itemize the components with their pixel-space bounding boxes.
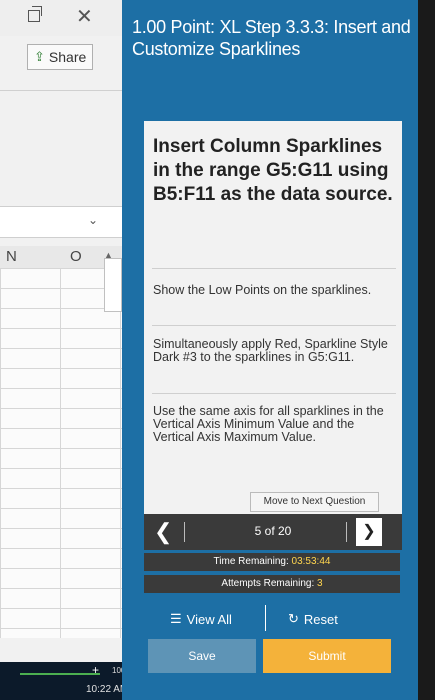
divider xyxy=(152,268,396,269)
reset-label: Reset xyxy=(303,611,338,627)
attempts-remaining-label: Attempts Remaining: xyxy=(221,578,315,589)
share-label: Share xyxy=(48,49,87,65)
step-text: Show the Low Points on the sparklines. xyxy=(153,283,372,297)
attempts-remaining: Attempts Remaining: 3 xyxy=(144,575,400,593)
divider xyxy=(265,605,266,631)
time-remaining-label: Time Remaining: xyxy=(213,556,289,567)
vertical-scrollbar[interactable] xyxy=(104,258,122,312)
share-icon: ⇪ xyxy=(34,49,45,64)
column-header-n[interactable]: N xyxy=(6,248,17,265)
share-button[interactable]: ⇪ Share xyxy=(27,44,93,70)
chevron-down-icon[interactable]: ⌄ xyxy=(88,213,98,227)
view-all-label: View All xyxy=(186,611,232,627)
save-button[interactable]: Save xyxy=(148,639,256,673)
list-icon: ☰ xyxy=(170,611,182,626)
zoom-slider[interactable] xyxy=(20,673,100,675)
divider xyxy=(152,393,396,394)
step-text: Use the same axis for all sparklines in … xyxy=(153,404,384,444)
column-header-o[interactable]: O xyxy=(70,248,82,265)
view-all-button[interactable]: ☰ View All xyxy=(170,611,232,627)
ribbon-divider xyxy=(0,90,122,91)
restore-window-icon[interactable] xyxy=(28,6,42,22)
time-remaining: Time Remaining: 03:53:44 xyxy=(144,553,400,571)
zoom-in-icon[interactable]: + xyxy=(92,663,99,677)
formula-bar[interactable]: ⌄ xyxy=(0,206,122,238)
excel-titlebar: ✕ xyxy=(0,0,122,36)
divider xyxy=(346,522,347,542)
reset-button[interactable]: ↻ Reset xyxy=(288,611,338,627)
screen-edge xyxy=(418,0,435,700)
divider xyxy=(152,325,396,326)
reset-icon: ↻ xyxy=(288,611,299,626)
attempts-remaining-value: 3 xyxy=(317,578,323,589)
time-remaining-value: 03:53:44 xyxy=(291,556,331,567)
question-navigator: ❮ 5 of 20 ❯ xyxy=(144,514,402,550)
worksheet-grid[interactable] xyxy=(0,268,122,638)
step-text: Simultaneously apply Red, Sparkline Styl… xyxy=(153,337,388,364)
task-title: 1.00 Point: XL Step 3.3.3: Insert and Cu… xyxy=(132,17,411,59)
status-bar: + 100% 10:22 AM xyxy=(0,662,135,700)
task-panel: 1.00 Point: XL Step 3.3.3: Insert and Cu… xyxy=(122,0,422,700)
excel-window: ✕ ⇪ Share ⌄ N O ▲ + 100% 10:22 AM xyxy=(0,0,135,700)
instruction-card: Insert Column Sparklines in the range G5… xyxy=(144,121,402,516)
move-to-next-question-button[interactable]: Move to Next Question xyxy=(250,492,379,512)
submit-button[interactable]: Submit xyxy=(263,639,391,673)
next-question-icon[interactable]: ❯ xyxy=(356,518,382,546)
main-instruction: Insert Column Sparklines in the range G5… xyxy=(153,136,393,205)
close-icon[interactable]: ✕ xyxy=(76,4,93,29)
